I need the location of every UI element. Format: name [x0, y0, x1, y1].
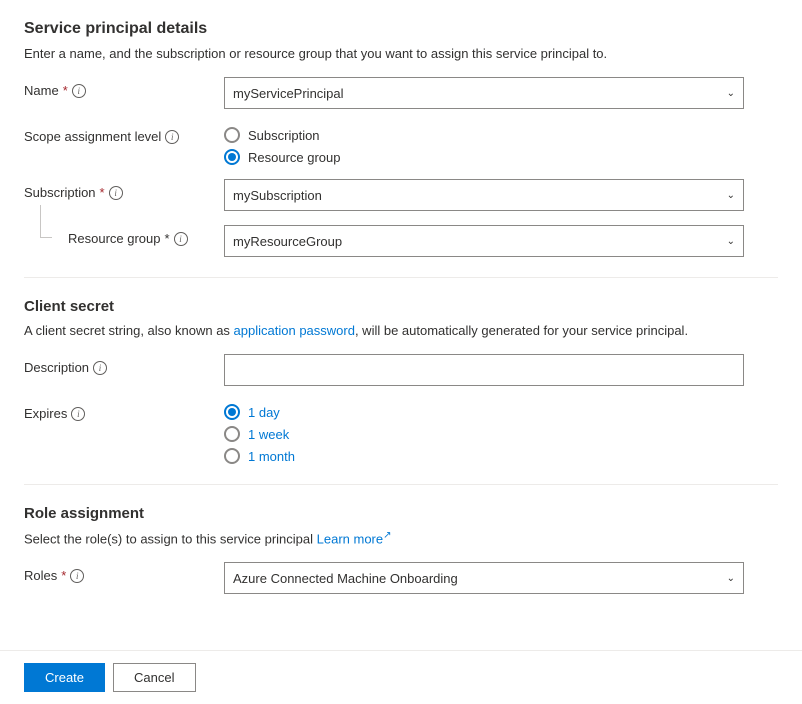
resource-group-label: Resource group * i	[56, 225, 224, 246]
scope-subscription-option[interactable]: Subscription	[224, 127, 778, 143]
page-title: Service principal details	[24, 20, 778, 38]
description-info-icon[interactable]: i	[93, 361, 107, 375]
learn-more-link[interactable]: Learn more	[317, 531, 383, 546]
role-assignment-title: Role assignment	[24, 505, 778, 522]
external-link-icon: ↗	[383, 530, 391, 541]
subscription-control: mySubscription ⌄	[224, 179, 778, 211]
expires-label: Expires i	[24, 400, 224, 421]
expires-1month-radio[interactable]	[224, 448, 240, 464]
role-assignment-subtitle: Select the role(s) to assign to this ser…	[24, 530, 778, 546]
resource-group-control: myResourceGroup ⌄	[224, 225, 778, 257]
scope-subscription-label: Subscription	[248, 128, 320, 143]
scope-label: Scope assignment level i	[24, 123, 224, 144]
page-subtitle: Enter a name, and the subscription or re…	[24, 46, 778, 61]
scope-radio-group: Subscription Resource group	[224, 123, 778, 165]
application-password-link[interactable]: application password	[234, 323, 355, 338]
expires-field-row: Expires i 1 day 1 week 1 month	[24, 400, 778, 464]
roles-value: Azure Connected Machine Onboarding	[233, 571, 458, 586]
scope-control: Subscription Resource group	[224, 123, 778, 165]
name-dropdown[interactable]: myServicePrincipal ⌄	[224, 77, 744, 109]
name-label: Name * i	[24, 77, 224, 98]
roles-field-row: Roles * i Azure Connected Machine Onboar…	[24, 562, 778, 594]
subscription-dropdown[interactable]: mySubscription ⌄	[224, 179, 744, 211]
expires-1week-label: 1 week	[248, 427, 289, 442]
roles-dropdown-arrow: ⌄	[727, 573, 735, 584]
expires-1day-option[interactable]: 1 day	[224, 404, 778, 420]
name-required: *	[63, 83, 68, 98]
roles-info-icon[interactable]: i	[70, 569, 84, 583]
divider-2	[24, 484, 778, 485]
description-control	[224, 354, 778, 386]
scope-resource-group-label: Resource group	[248, 150, 341, 165]
scope-resource-group-option[interactable]: Resource group	[224, 149, 778, 165]
role-assignment-section: Role assignment Select the role(s) to as…	[24, 505, 778, 594]
create-button[interactable]: Create	[24, 663, 105, 692]
client-secret-title: Client secret	[24, 298, 778, 315]
subscription-info-icon[interactable]: i	[109, 186, 123, 200]
v-line	[40, 205, 41, 237]
roles-required: *	[61, 568, 66, 583]
scope-field-row: Scope assignment level i Subscription Re…	[24, 123, 778, 165]
name-info-icon[interactable]: i	[72, 84, 86, 98]
expires-radio-group: 1 day 1 week 1 month	[224, 400, 778, 464]
scope-info-icon[interactable]: i	[165, 130, 179, 144]
subscription-label: Subscription * i	[24, 179, 224, 200]
expires-1month-option[interactable]: 1 month	[224, 448, 778, 464]
description-field-row: Description i	[24, 354, 778, 386]
roles-control: Azure Connected Machine Onboarding ⌄	[224, 562, 778, 594]
expires-1week-option[interactable]: 1 week	[224, 426, 778, 442]
subscription-field-row: Subscription * i mySubscription ⌄	[24, 179, 778, 211]
client-secret-section: Client secret A client secret string, al…	[24, 298, 778, 464]
h-line	[40, 237, 52, 238]
resource-group-row: Resource group * i myResourceGroup ⌄	[24, 225, 778, 257]
name-dropdown-arrow: ⌄	[727, 88, 735, 99]
expires-info-icon[interactable]: i	[71, 407, 85, 421]
name-control: myServicePrincipal ⌄	[224, 77, 778, 109]
description-label: Description i	[24, 354, 224, 375]
roles-dropdown[interactable]: Azure Connected Machine Onboarding ⌄	[224, 562, 744, 594]
divider-1	[24, 277, 778, 278]
subscription-dropdown-arrow: ⌄	[727, 190, 735, 201]
resource-group-info-icon[interactable]: i	[174, 232, 188, 246]
resource-group-value: myResourceGroup	[233, 234, 342, 249]
description-input[interactable]	[224, 354, 744, 386]
resource-group-required: *	[165, 231, 170, 246]
expires-1day-radio[interactable]	[224, 404, 240, 420]
expires-1week-radio[interactable]	[224, 426, 240, 442]
subscription-required: *	[100, 185, 105, 200]
scope-subscription-radio[interactable]	[224, 127, 240, 143]
name-value: myServicePrincipal	[233, 86, 344, 101]
subscription-value: mySubscription	[233, 188, 322, 203]
expires-1day-label: 1 day	[248, 405, 280, 420]
resource-group-dropdown-arrow: ⌄	[727, 236, 735, 247]
client-secret-subtitle: A client secret string, also known as ap…	[24, 323, 778, 338]
scope-resource-group-radio[interactable]	[224, 149, 240, 165]
expires-control: 1 day 1 week 1 month	[224, 400, 778, 464]
footer: Create Cancel	[0, 650, 802, 704]
resource-group-dropdown[interactable]: myResourceGroup ⌄	[224, 225, 744, 257]
expires-1month-label: 1 month	[248, 449, 295, 464]
cancel-button[interactable]: Cancel	[113, 663, 195, 692]
name-field-row: Name * i myServicePrincipal ⌄	[24, 77, 778, 109]
roles-label: Roles * i	[24, 562, 224, 583]
